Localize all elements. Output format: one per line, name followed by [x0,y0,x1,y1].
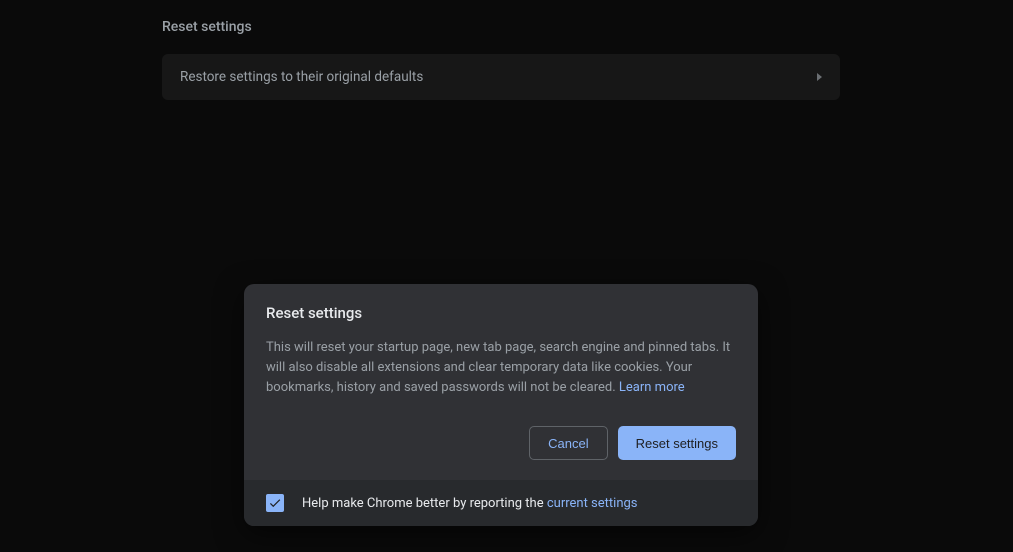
dialog-actions: Cancel Reset settings [266,426,736,460]
restore-settings-row[interactable]: Restore settings to their original defau… [162,54,840,100]
chevron-right-icon [817,73,822,81]
dialog-body: Reset settings This will reset your star… [244,284,758,480]
dialog-description: This will reset your startup page, new t… [266,338,736,398]
reset-settings-dialog: Reset settings This will reset your star… [244,284,758,526]
dialog-footer: Help make Chrome better by reporting the… [244,480,758,526]
footer-text: Help make Chrome better by reporting the… [302,496,638,511]
section-title: Reset settings [162,19,252,35]
report-settings-checkbox[interactable] [266,494,284,512]
restore-settings-label: Restore settings to their original defau… [180,69,423,85]
learn-more-link[interactable]: Learn more [619,380,685,395]
reset-settings-button[interactable]: Reset settings [618,426,736,460]
dialog-title: Reset settings [266,304,736,322]
check-icon [268,496,282,510]
current-settings-link[interactable]: current settings [547,496,638,511]
footer-text-label: Help make Chrome better by reporting the [302,496,547,511]
cancel-button[interactable]: Cancel [529,426,607,460]
